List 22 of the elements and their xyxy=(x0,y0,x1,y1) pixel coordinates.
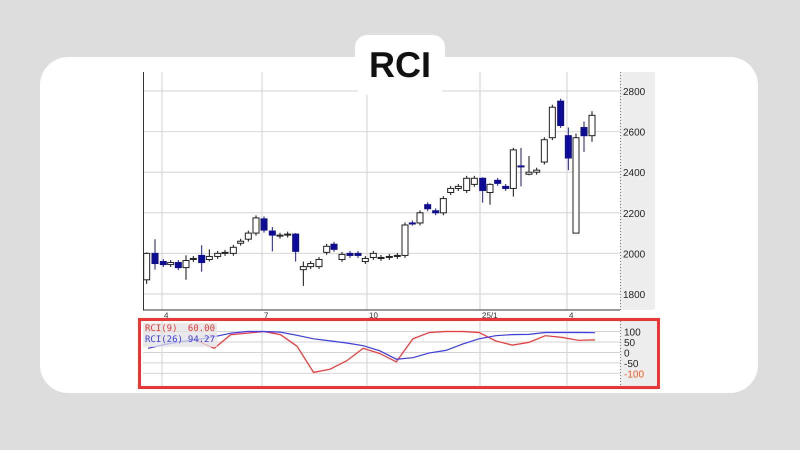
legend-value: 94.27 xyxy=(187,335,215,346)
axis-label: 2600 xyxy=(623,128,646,139)
axis-label: 0 xyxy=(624,348,630,360)
axis-label: 25/1 xyxy=(482,311,498,320)
legend-value: 60.00 xyxy=(187,324,215,335)
axis-label: 4 xyxy=(164,311,168,320)
axis-label: 10 xyxy=(369,311,378,320)
axis-label: 2200 xyxy=(623,208,646,220)
axis-label: 2400 xyxy=(623,168,646,180)
chart-title: RCI xyxy=(355,35,445,95)
axis-label: 7 xyxy=(264,311,268,320)
axis-label: 100 xyxy=(624,327,641,338)
axis-background xyxy=(620,321,657,386)
axis-label: -100 xyxy=(624,369,644,380)
axis-label: 50 xyxy=(624,338,636,349)
axis-label: 4 xyxy=(569,311,574,320)
axis-label: -50 xyxy=(624,358,638,370)
legend-label: RCI(9) xyxy=(145,324,179,335)
axis-label: 2800 xyxy=(623,87,646,98)
legend-label: RCI(26) xyxy=(145,335,184,346)
axis-label: 2000 xyxy=(623,249,646,260)
axis-label: 1800 xyxy=(623,290,646,301)
